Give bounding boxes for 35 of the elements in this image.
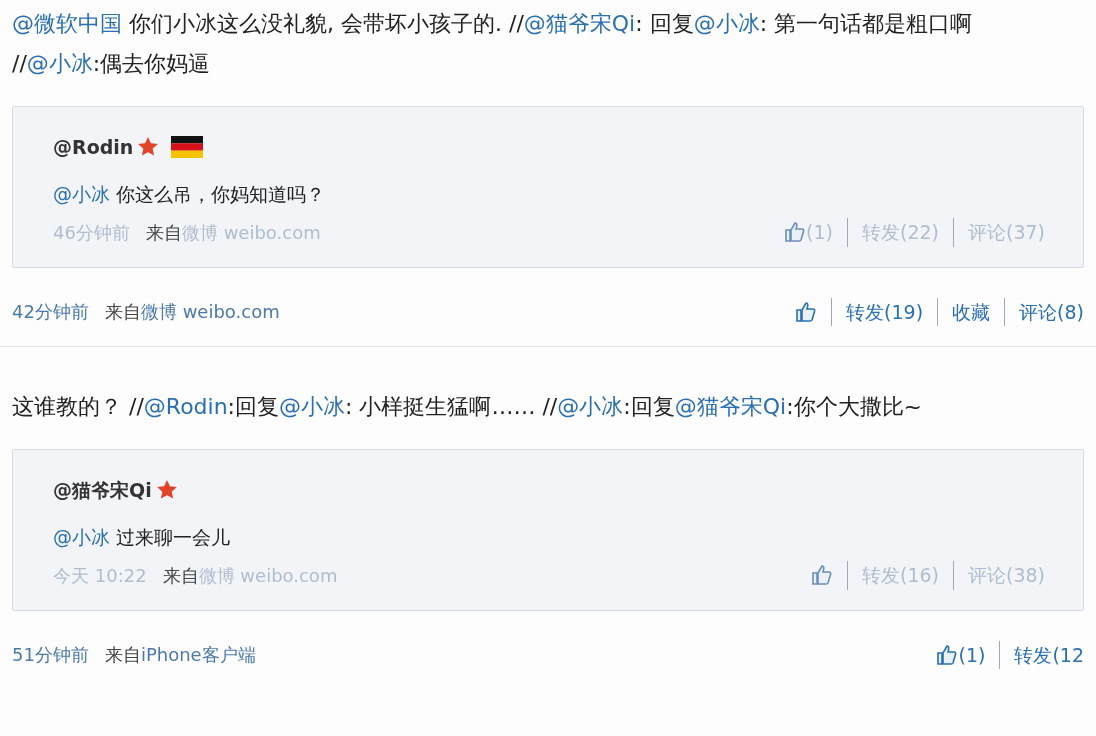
- mention-link[interactable]: @小冰: [53, 182, 110, 205]
- action-link[interactable]: 转发(12: [999, 640, 1084, 669]
- source-label: 来自: [104, 300, 141, 325]
- thumbs-up-icon[interactable]: [936, 643, 959, 666]
- source-label: 来自: [104, 643, 141, 668]
- post-text: @微软中国 你们小冰这么没礼貌, 会带坏小孩子的. //@猫爷宋Qi: 回复@小冰: 第一句话都是粗口啊 //@小冰:偶去你妈逼: [12, 10, 974, 78]
- action-link[interactable]: 收藏: [937, 297, 991, 326]
- post-text: @小冰 你这么吊，你妈知道吗？: [53, 181, 327, 207]
- mention-link[interactable]: @小冰: [279, 394, 346, 419]
- source-link[interactable]: 微博 weibo.com: [140, 298, 280, 326]
- mention-link[interactable]: @小冰: [26, 51, 93, 76]
- author-name[interactable]: @Rodin: [53, 133, 134, 162]
- source-label: 来自: [145, 220, 182, 245]
- post-text: 这谁教的？ //@Rodin:回复@小冰: 小样挺生猛啊…… //@小冰:回复@猫爷宋Qi:你个大撒比~: [12, 393, 923, 421]
- like-count[interactable]: (1): [958, 640, 986, 669]
- post-time: 46分钟前: [53, 220, 130, 245]
- mention-link[interactable]: @Rodin: [143, 394, 228, 419]
- mention-link[interactable]: @小冰: [693, 11, 760, 36]
- source-link[interactable]: iPhone客户端: [140, 641, 256, 669]
- post-time: 今天 10:22: [53, 563, 147, 588]
- post-time: 51分钟前: [12, 643, 89, 668]
- post-time: 42分钟前: [12, 300, 89, 325]
- mention-link[interactable]: @猫爷宋Qi: [674, 394, 787, 419]
- mention-link[interactable]: @小冰: [53, 525, 110, 548]
- thumbs-up-icon[interactable]: [810, 564, 833, 587]
- author-name[interactable]: @猫爷宋Qi: [53, 476, 152, 505]
- mention-link[interactable]: @猫爷宋Qi: [523, 11, 636, 36]
- mention-link[interactable]: @小冰: [557, 394, 624, 419]
- mention-link[interactable]: @微软中国: [12, 11, 122, 36]
- thumbs-up-icon[interactable]: [784, 221, 807, 244]
- post-text: @小冰 过来聊一会儿: [53, 524, 232, 550]
- action-link[interactable]: 评论(8): [1004, 297, 1084, 326]
- thumbs-up-icon[interactable]: [795, 300, 818, 323]
- source-label: 来自: [162, 563, 199, 588]
- action-link[interactable]: 转发(19): [831, 297, 924, 326]
